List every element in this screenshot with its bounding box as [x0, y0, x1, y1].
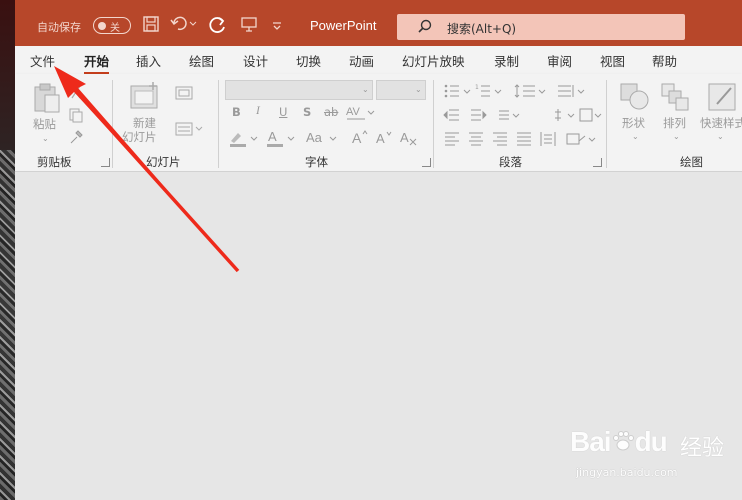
decrease-font-size-icon[interactable]: A — [375, 128, 395, 148]
undo-icon[interactable] — [170, 15, 197, 35]
strikethrough-button[interactable]: ab — [324, 105, 338, 119]
customize-toolbar-icon[interactable] — [270, 15, 290, 35]
new-slide-label-2: 幻灯片 — [122, 130, 157, 144]
shapes-dropdown-icon[interactable]: ⌄ — [632, 132, 639, 141]
powerpoint-window: 自动保存 关 PowerPoint 搜索(Alt+Q) 文件 开始 插入 绘图 … — [0, 0, 742, 500]
tab-help[interactable]: 帮助 — [652, 51, 677, 70]
watermark-brand: Bai du — [570, 426, 668, 457]
toggle-knob — [98, 21, 106, 30]
chevron-down-icon: ⌄ — [415, 85, 422, 94]
autosave-toggle[interactable]: 关 — [93, 17, 131, 34]
increase-font-size-icon[interactable]: A — [351, 128, 371, 148]
tab-design[interactable]: 设计 — [243, 51, 268, 70]
paragraph-launcher-icon[interactable] — [593, 158, 602, 167]
text-shadow-button[interactable]: S — [303, 105, 311, 119]
drawing-group-label: 绘图 — [680, 155, 703, 169]
clipboard-launcher-icon[interactable] — [101, 158, 110, 167]
clipboard-group-label: 剪贴板 — [37, 155, 72, 169]
tab-transitions[interactable]: 切换 — [296, 51, 321, 70]
search-placeholder: 搜索(Alt+Q) — [447, 22, 517, 36]
quick-styles-label: 快速样式 — [700, 116, 742, 130]
search-box[interactable]: 搜索(Alt+Q) — [397, 14, 685, 40]
font-group-label: 字体 — [305, 155, 328, 169]
copy-icon[interactable] — [68, 107, 84, 123]
tab-file[interactable]: 文件 — [30, 51, 55, 70]
group-divider — [218, 80, 219, 168]
search-icon — [417, 19, 433, 35]
autosave-state: 关 — [110, 23, 120, 34]
watermark-jingyan: 经验 — [680, 436, 725, 461]
clear-formatting-icon[interactable]: A — [399, 128, 419, 148]
group-divider — [606, 80, 607, 168]
paragraph-row1-icons[interactable]: 1 — [443, 81, 593, 101]
change-case-icon[interactable]: Aa — [305, 128, 341, 148]
redo-icon[interactable] — [208, 15, 228, 35]
paragraph-row2-icons[interactable] — [443, 105, 613, 125]
paw-icon — [611, 429, 635, 453]
svg-text:Aa: Aa — [306, 130, 323, 145]
quick-styles-dropdown-icon[interactable]: ⌄ — [717, 132, 724, 141]
paste-icon[interactable] — [32, 82, 62, 114]
watermark-url: jingyan.baidu.com — [576, 466, 678, 479]
font-name-dropdown[interactable]: ⌄ — [225, 80, 373, 100]
underline-button[interactable]: U — [279, 105, 287, 119]
ribbon-home: 粘贴 ⌄ 剪贴板 新建 幻灯片 幻灯片 ⌄ ⌄ B I U S ab AV A … — [15, 74, 742, 172]
tab-animations[interactable]: 动画 — [349, 51, 374, 70]
layout-icon[interactable] — [175, 86, 193, 100]
shapes-label: 形状 — [622, 116, 645, 130]
arrange-icon[interactable] — [660, 82, 690, 112]
highlight-color-icon[interactable]: A — [266, 128, 298, 148]
svg-text:A: A — [268, 129, 277, 144]
svg-text:1: 1 — [475, 84, 479, 91]
desktop-wallpaper-edge — [0, 0, 15, 500]
font-color-icon[interactable] — [228, 128, 260, 148]
cut-icon[interactable] — [68, 84, 84, 100]
group-divider — [433, 80, 434, 168]
font-size-dropdown[interactable]: ⌄ — [376, 80, 426, 100]
presentation-icon[interactable] — [240, 15, 260, 35]
app-title: PowerPoint — [310, 18, 377, 33]
tab-slideshow[interactable]: 幻灯片放映 — [402, 51, 465, 70]
font-launcher-icon[interactable] — [422, 158, 431, 167]
section-icon[interactable] — [175, 122, 203, 136]
quick-styles-icon[interactable] — [707, 82, 739, 112]
watermark: Bai du 经验 jingyan.baidu.com — [570, 420, 740, 490]
bold-button[interactable]: B — [232, 105, 241, 119]
autosave-label: 自动保存 — [37, 21, 81, 34]
tab-view[interactable]: 视图 — [600, 51, 625, 70]
svg-text:A: A — [376, 131, 385, 146]
new-slide-icon[interactable] — [129, 82, 161, 112]
tab-insert[interactable]: 插入 — [136, 51, 161, 70]
svg-text:AV: AV — [346, 106, 361, 118]
svg-text:A: A — [352, 130, 362, 146]
arrange-dropdown-icon[interactable]: ⌄ — [673, 132, 680, 141]
title-bar: 自动保存 关 PowerPoint 搜索(Alt+Q) — [15, 0, 742, 46]
ribbon-tabs: 文件 开始 插入 绘图 设计 切换 动画 幻灯片放映 录制 审阅 视图 帮助 — [15, 46, 742, 75]
group-divider — [112, 80, 113, 168]
slides-group-label: 幻灯片 — [146, 155, 181, 169]
paste-dropdown-icon[interactable]: ⌄ — [42, 134, 49, 143]
tab-home[interactable]: 开始 — [84, 51, 110, 75]
arrange-label: 排列 — [663, 116, 686, 130]
format-painter-icon[interactable] — [68, 129, 84, 145]
tab-draw[interactable]: 绘图 — [189, 51, 214, 70]
character-spacing-icon[interactable]: AV — [345, 104, 375, 122]
paste-label: 粘贴 — [33, 117, 56, 131]
save-icon[interactable] — [142, 15, 162, 35]
italic-button[interactable]: I — [256, 105, 260, 117]
paragraph-row3-icons[interactable] — [443, 129, 613, 149]
svg-text:A: A — [400, 130, 409, 145]
shapes-icon[interactable] — [619, 82, 651, 112]
tab-record[interactable]: 录制 — [494, 51, 519, 70]
chevron-down-icon: ⌄ — [362, 85, 369, 94]
paragraph-group-label: 段落 — [499, 155, 522, 169]
tab-review[interactable]: 审阅 — [547, 51, 572, 70]
